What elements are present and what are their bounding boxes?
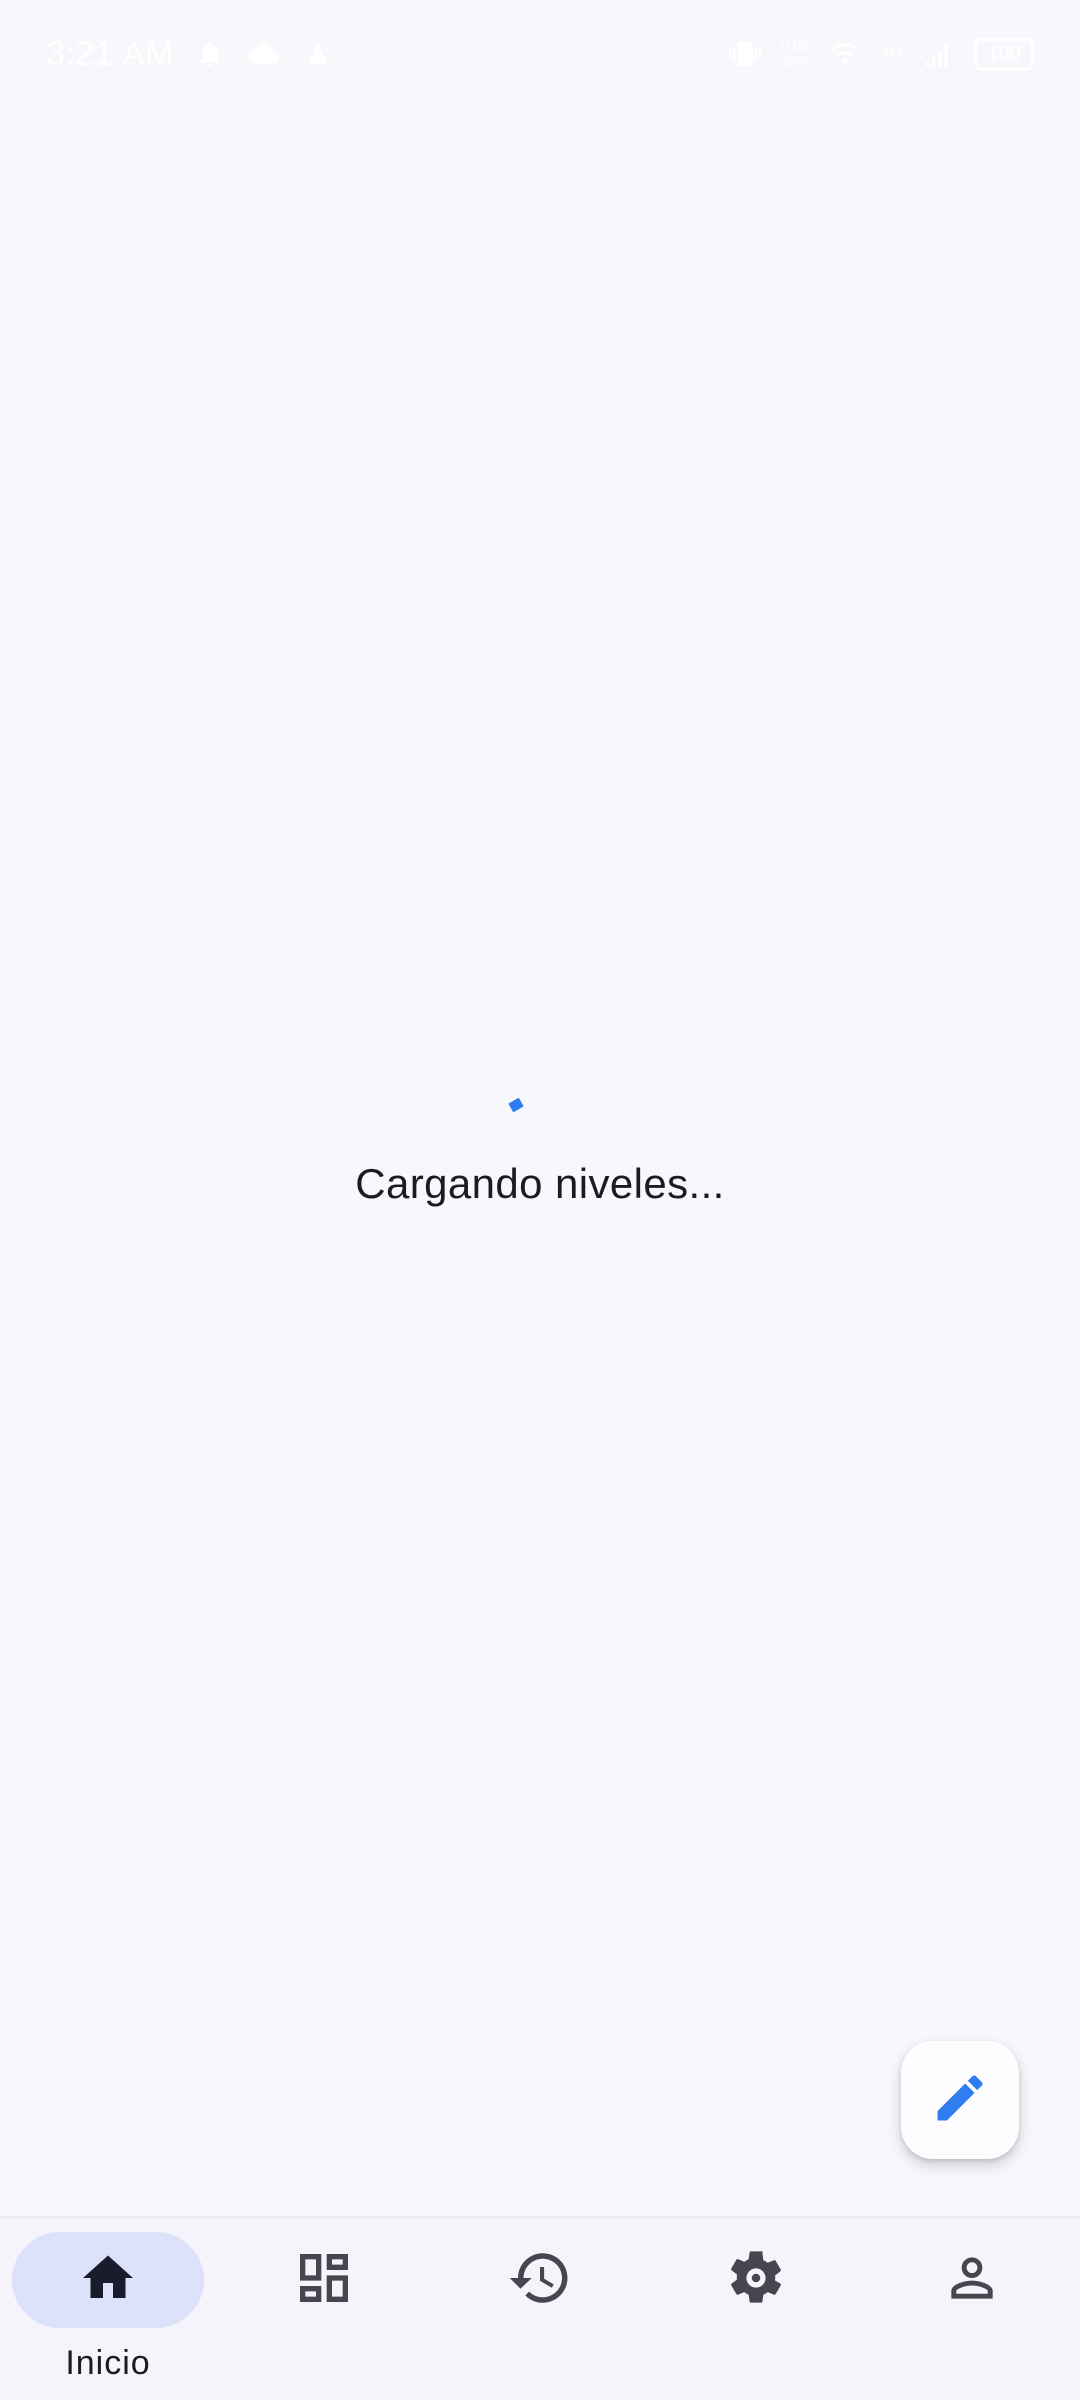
dashboard-icon — [292, 2246, 356, 2315]
nav-item-dashboard[interactable] — [216, 2218, 432, 2400]
nav-pill — [444, 2232, 636, 2328]
vibrate-icon — [727, 36, 763, 72]
status-time: 3:21 AM — [46, 34, 175, 73]
nav-pill — [876, 2232, 1068, 2328]
edit-fab-button[interactable] — [901, 2041, 1019, 2159]
network-speed: 0.00 K/S — [781, 38, 808, 70]
speed-value: 0.00 — [781, 38, 809, 54]
nav-pill — [228, 2232, 420, 2328]
cloud-icon — [246, 36, 282, 72]
notification-bell-icon — [192, 36, 228, 72]
nav-pill — [660, 2232, 852, 2328]
status-right: 0.00 K/S 4G 100 — [727, 36, 1034, 72]
speed-unit: K/S — [783, 54, 807, 70]
loading-text: Cargando niveles... — [355, 1160, 725, 1207]
nav-label-home: Inicio — [65, 2344, 151, 2382]
nav-item-home[interactable]: Inicio — [0, 2218, 216, 2400]
status-left: 3:21 AM — [46, 35, 336, 74]
profile-icon — [941, 2247, 1003, 2314]
nav-item-profile[interactable] — [864, 2218, 1080, 2400]
network-type: 4G — [880, 45, 902, 62]
flask-icon — [300, 36, 336, 72]
nav-item-history[interactable] — [432, 2218, 648, 2400]
battery-indicator: 100 — [974, 37, 1034, 71]
signal-icon — [920, 36, 956, 72]
bottom-navigation: Inicio — [0, 2216, 1080, 2400]
edit-icon — [930, 2068, 990, 2133]
home-icon — [78, 2248, 138, 2313]
nav-active-indicator — [12, 2232, 204, 2328]
history-icon — [507, 2245, 573, 2316]
loading-spinner — [505, 1094, 527, 1116]
app-screen: 3:21 AM 0.00 K/S 4G 100 Cargando niveles… — [0, 0, 1080, 2400]
settings-icon — [724, 2246, 788, 2315]
status-bar: 3:21 AM 0.00 K/S 4G 100 — [0, 0, 1080, 108]
wifi-icon — [827, 36, 863, 72]
nav-item-settings[interactable] — [648, 2218, 864, 2400]
